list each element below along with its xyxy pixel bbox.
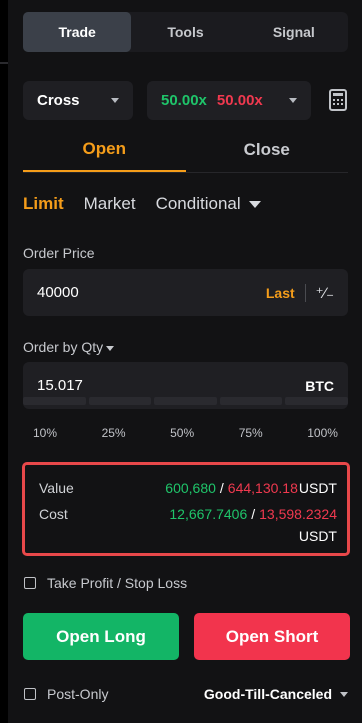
percent-slider-segment[interactable] [88,397,152,405]
value-figures: 600,680/644,130.18USDT [165,480,337,496]
chevron-down-icon [111,98,119,103]
position-tab-bar: Open Close [23,128,348,172]
percent-option-100[interactable]: 100% [307,426,338,440]
plus-minus-icon[interactable]: ⁺∕₋ [316,284,334,302]
post-only-label[interactable]: Post-Only [47,686,108,702]
qty-unit-label: BTC [305,377,334,394]
value-buy: 600,680 [165,480,216,496]
percent-slider-segment[interactable] [285,397,348,405]
leverage-sell-value: 50.00x [216,92,263,109]
order-qty-label-text: Order by Qty [23,339,104,355]
percent-slider-segment[interactable] [154,397,217,405]
cost-separator: / [251,506,256,522]
cost-unit: USDT [298,528,337,544]
cost-label: Cost [39,506,68,522]
margin-mode-value: Cross [37,92,80,109]
chevron-down-icon [340,691,348,697]
tp-sl-checkbox[interactable] [24,577,36,589]
post-only-checkbox[interactable] [24,688,36,700]
order-qty-input[interactable]: 15.017 [37,377,83,394]
leverage-dropdown[interactable]: 50.00x 50.00x [147,81,311,120]
open-long-button[interactable]: Open Long [23,613,179,660]
value-separator: / [219,480,224,496]
percent-slider[interactable] [23,397,348,405]
open-short-button[interactable]: Open Short [194,613,350,660]
order-summary-box: Value 600,680/644,130.18USDT Cost 12,667… [22,462,350,556]
tab-trade[interactable]: Trade [23,12,132,52]
percent-options: 10% 25% 50% 75% 100% [23,426,348,440]
edge-divider [0,62,8,64]
tab-close[interactable]: Close [186,128,349,172]
tab-tools[interactable]: Tools [131,12,239,52]
leverage-buy-value: 50.00x [161,92,207,109]
percent-slider-segment[interactable] [219,397,283,405]
value-label: Value [39,480,74,496]
value-unit: USDT [298,480,337,496]
chevron-down-icon [289,98,297,103]
value-sell: 644,130.18 [227,480,298,496]
last-price-button[interactable]: Last [266,285,295,301]
order-type-selector: Limit Market Conditional [23,194,281,214]
order-type-market[interactable]: Market [84,194,136,214]
order-type-conditional-label: Conditional [155,194,241,213]
percent-option-10[interactable]: 10% [33,426,57,440]
time-in-force-dropdown[interactable]: Good-Till-Canceled [204,686,348,702]
caret-down-icon [248,201,261,209]
cost-buy: 12,667.7406 [169,506,248,522]
tab-divider [23,172,348,173]
percent-option-75[interactable]: 75% [239,426,263,440]
order-price-label: Order Price [23,245,95,261]
caret-down-icon [106,345,115,351]
order-qty-label[interactable]: Order by Qty [23,339,115,355]
cost-sell: 13,598.2324 [259,506,337,522]
order-price-field[interactable]: 40000 Last ⁺∕₋ [23,269,348,316]
cost-figures: 12,667.7406/13,598.2324 [169,506,337,522]
order-price-input[interactable]: 40000 [37,284,79,301]
tp-sl-label[interactable]: Take Profit / Stop Loss [47,575,187,591]
percent-option-50[interactable]: 50% [170,426,194,440]
calculator-icon[interactable] [329,89,347,111]
top-tab-bar: Trade Tools Signal [23,12,348,52]
percent-slider-segment[interactable] [23,397,86,405]
time-in-force-value: Good-Till-Canceled [203,686,332,702]
field-separator [304,283,306,302]
tab-open[interactable]: Open [23,128,186,172]
tab-signal[interactable]: Signal [240,12,348,52]
order-type-limit[interactable]: Limit [23,194,64,214]
order-type-conditional[interactable]: Conditional [156,194,261,214]
percent-option-25[interactable]: 25% [102,426,126,440]
margin-mode-dropdown[interactable]: Cross [23,81,133,120]
